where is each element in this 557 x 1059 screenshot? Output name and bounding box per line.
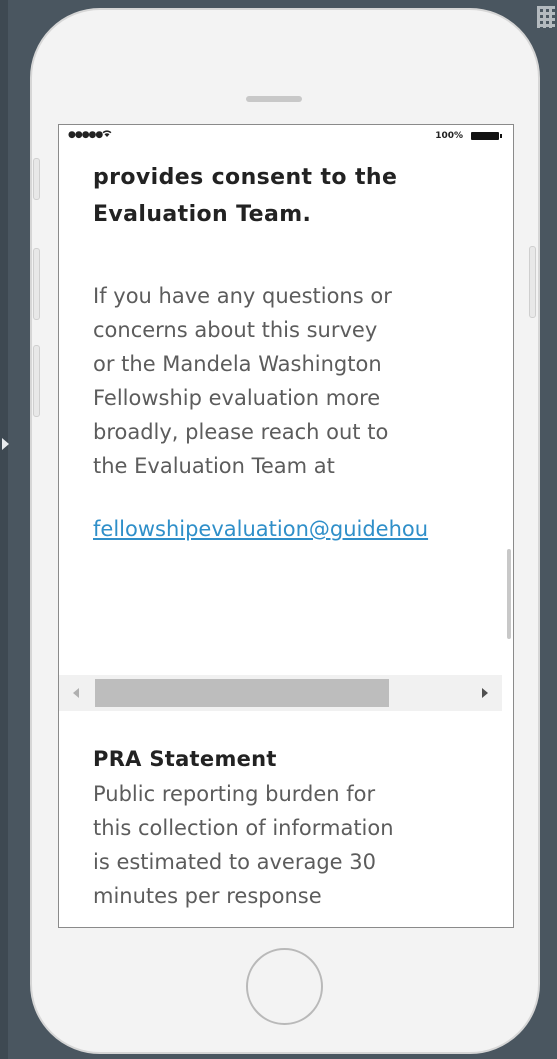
left-panel-edge xyxy=(0,0,8,1059)
heading-line: Evaluation Team. xyxy=(93,202,312,227)
pra-statement-text: Public reporting burden for this collect… xyxy=(93,777,493,913)
paragraph-line: Fellowship evaluation more xyxy=(93,386,381,410)
heading-line: provides consent to the xyxy=(93,165,398,190)
consent-heading: provides consent to the Evaluation Team. xyxy=(93,159,493,233)
paragraph-line: If you have any questions or xyxy=(93,284,392,308)
scroll-right-arrow-icon[interactable] xyxy=(482,688,488,698)
pra-line: minutes per response xyxy=(93,884,322,908)
status-bar: ●●●●● 100% xyxy=(59,125,513,147)
pra-statement-heading: PRA Statement xyxy=(93,747,277,771)
scroll-left-arrow-icon[interactable] xyxy=(73,688,79,698)
expand-arrow-icon[interactable] xyxy=(2,438,9,450)
paragraph-line: broadly, please reach out to xyxy=(93,420,389,444)
home-button[interactable] xyxy=(246,948,323,1025)
horizontal-scrollbar[interactable] xyxy=(59,675,502,711)
pra-line: is estimated to average 30 xyxy=(93,850,376,874)
phone-speaker xyxy=(246,96,302,102)
pra-line: this collection of information xyxy=(93,816,394,840)
contact-paragraph: If you have any questions or concerns ab… xyxy=(93,279,483,483)
battery-percentage: 100% xyxy=(435,131,463,141)
phone-screen: ●●●●● 100% provides consent to the Evalu… xyxy=(58,124,514,928)
volume-up-button xyxy=(33,248,40,320)
paragraph-line: concerns about this survey xyxy=(93,318,378,342)
volume-down-button xyxy=(33,345,40,417)
battery-icon xyxy=(471,132,499,140)
power-button xyxy=(529,246,536,318)
wifi-icon xyxy=(101,128,113,141)
qr-code-icon[interactable] xyxy=(537,6,555,28)
pra-line: Public reporting burden for xyxy=(93,782,376,806)
battery-tip xyxy=(500,134,502,138)
signal-strength: ●●●●● xyxy=(68,130,103,140)
paragraph-line: the Evaluation Team at xyxy=(93,454,335,478)
evaluation-email-link[interactable]: fellowshipevaluation@guidehou xyxy=(93,517,428,541)
mute-switch xyxy=(33,158,40,200)
horizontal-scroll-thumb[interactable] xyxy=(95,679,389,707)
paragraph-line: or the Mandela Washington xyxy=(93,352,382,376)
vertical-scrollbar[interactable] xyxy=(507,549,511,639)
